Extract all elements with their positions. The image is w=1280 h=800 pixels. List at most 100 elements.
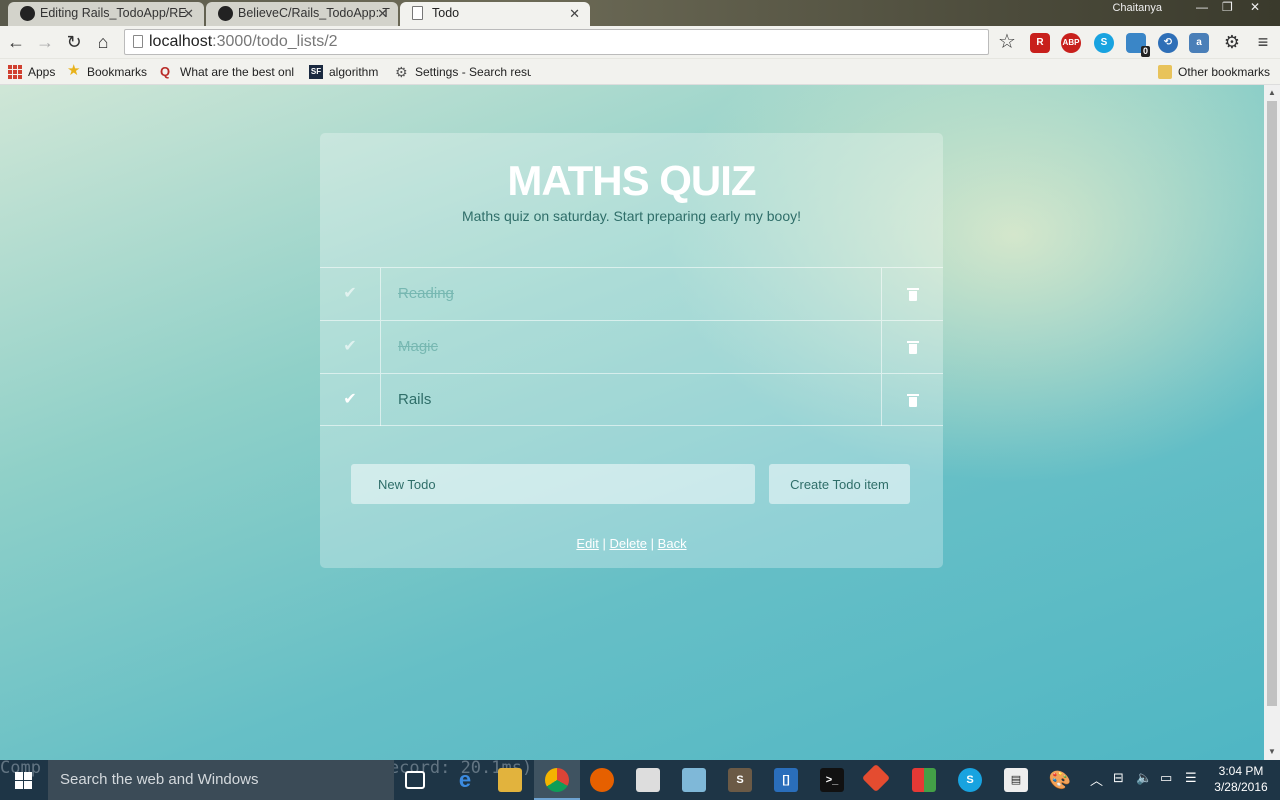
bookmark-star-icon[interactable]: ☆ xyxy=(995,30,1019,54)
delete-todo-button[interactable] xyxy=(881,268,943,320)
trash-icon xyxy=(907,394,919,407)
back-link[interactable]: Back xyxy=(658,536,687,551)
page-icon xyxy=(412,6,423,20)
bookmark-label: Bookmarks xyxy=(87,65,148,79)
battery-icon[interactable]: ▭ xyxy=(1160,770,1172,786)
bookmark-label: algorithm xyxy=(329,65,379,79)
todo-item: ✔ Magic xyxy=(320,320,943,373)
scroll-thumb[interactable] xyxy=(1267,101,1277,706)
tab-title: BelieveC/Rails_TodoApp: T xyxy=(238,6,390,20)
page-viewport: MATHS QUIZ Maths quiz on saturday. Start… xyxy=(0,85,1264,760)
check-icon[interactable]: ✔ xyxy=(320,268,381,320)
bookmark-other[interactable]: Other bookmarks xyxy=(1158,63,1270,81)
back-icon[interactable]: ← xyxy=(4,30,28,54)
extension-badge: 0 xyxy=(1140,46,1150,57)
browser-toolbar: ← → ↻ ⌂ localhost:3000/todo_lists/2 ☆ R … xyxy=(0,26,1280,59)
page-info-icon[interactable] xyxy=(133,35,143,48)
bookmark-algorithm[interactable]: SF algorithm xyxy=(309,63,378,81)
action-center-icon[interactable]: ☰ xyxy=(1185,770,1197,786)
rails-extension-icon[interactable]: R xyxy=(1030,33,1050,53)
task-view-icon[interactable] xyxy=(405,771,425,789)
quora-icon: Q xyxy=(160,64,171,79)
url-path: :3000/todo_lists/2 xyxy=(212,33,338,50)
windows-logo-icon xyxy=(15,772,32,789)
skype-icon[interactable]: S xyxy=(958,768,982,792)
home-icon[interactable]: ⌂ xyxy=(91,30,115,54)
maximize-icon[interactable]: ❐ xyxy=(1222,0,1233,14)
forward-icon[interactable]: → xyxy=(33,30,57,54)
close-window-icon[interactable]: ✕ xyxy=(1250,0,1260,14)
download-extension-icon[interactable]: a xyxy=(1189,33,1209,53)
url-host: localhost xyxy=(149,33,213,50)
profile-name[interactable]: Chaitanya xyxy=(1112,2,1162,14)
tab-title: Editing Rails_TodoApp/RE xyxy=(40,6,187,20)
create-todo-button[interactable]: Create Todo item xyxy=(769,464,910,504)
tab-editing-readme[interactable]: Editing Rails_TodoApp/RE ✕ xyxy=(8,2,204,26)
chrome-icon[interactable] xyxy=(545,768,569,792)
clock-date: 3/28/2016 xyxy=(1214,780,1268,794)
history-extension-icon[interactable]: ⟲ xyxy=(1158,33,1178,53)
delete-todo-button[interactable] xyxy=(881,321,943,373)
todo-item-label: Rails xyxy=(398,391,432,408)
check-icon[interactable]: ✔ xyxy=(320,321,381,373)
todo-item: ✔ Rails xyxy=(320,373,943,426)
taskbar-clock[interactable]: 3:04 PM 3/28/2016 xyxy=(1206,763,1276,795)
start-button[interactable] xyxy=(0,760,48,800)
close-tab-icon[interactable]: ✕ xyxy=(569,2,580,25)
close-tab-icon[interactable]: ✕ xyxy=(377,2,388,25)
edit-link[interactable]: Edit xyxy=(576,536,598,551)
edge-browser-icon[interactable]: e xyxy=(453,768,477,792)
camera-icon[interactable] xyxy=(636,768,660,792)
bookmark-apps[interactable]: Apps xyxy=(8,63,55,81)
separator: | xyxy=(650,536,655,551)
firefox-icon[interactable] xyxy=(590,768,614,792)
address-bar[interactable]: localhost:3000/todo_lists/2 xyxy=(124,29,989,55)
tab-repo[interactable]: BelieveC/Rails_TodoApp: T ✕ xyxy=(206,2,398,26)
show-hidden-icons[interactable]: ︿ xyxy=(1090,770,1103,789)
paint-icon[interactable]: 🎨 xyxy=(1048,768,1072,792)
gear-icon: ⚙ xyxy=(395,64,408,80)
volume-icon[interactable]: 🔈 xyxy=(1136,770,1152,786)
separator: | xyxy=(602,536,606,551)
settings-gear-icon[interactable]: ⚙ xyxy=(1220,30,1244,54)
reload-icon[interactable]: ↻ xyxy=(62,30,86,54)
notes-icon[interactable] xyxy=(682,768,706,792)
todo-item-label: Reading xyxy=(398,285,454,302)
sublime-text-icon[interactable]: S xyxy=(728,768,752,792)
todo-item: ✔ Reading xyxy=(320,267,943,320)
todo-list-description: Maths quiz on saturday. Start preparing … xyxy=(461,208,801,224)
office-icon[interactable] xyxy=(912,768,936,792)
terminal-icon[interactable]: >_ xyxy=(820,768,844,792)
todo-list-card: MATHS QUIZ Maths quiz on saturday. Start… xyxy=(320,133,943,568)
new-todo-input[interactable] xyxy=(351,464,755,504)
bookmark-label: Settings - Search resu xyxy=(415,65,531,79)
delete-todo-button[interactable] xyxy=(881,374,943,426)
file-explorer-icon[interactable] xyxy=(498,768,522,792)
list-actions: Edit | Delete | Back xyxy=(320,536,943,551)
bookmark-settings[interactable]: ⚙ Settings - Search resu xyxy=(395,63,531,81)
adblock-icon[interactable]: ABP xyxy=(1061,33,1081,53)
todo-list-title: MATHS QUIZ xyxy=(507,157,756,204)
page-scrollbar[interactable]: ▲ ▼ xyxy=(1264,85,1280,760)
close-tab-icon[interactable]: ✕ xyxy=(183,2,194,25)
taskbar-search[interactable]: Search the web and Windows xyxy=(48,760,394,800)
movie-maker-icon[interactable]: ▤ xyxy=(1004,768,1028,792)
tab-strip: Editing Rails_TodoApp/RE ✕ BelieveC/Rail… xyxy=(0,0,1280,26)
folder-icon xyxy=(1158,65,1172,79)
bookmark-bookmarks[interactable]: ★ Bookmarks xyxy=(67,63,147,81)
bookmark-quora[interactable]: Q What are the best onl xyxy=(160,63,298,81)
notifications-extension-icon[interactable]: 0 xyxy=(1126,33,1150,57)
bookmark-label: Other bookmarks xyxy=(1178,65,1271,79)
scroll-up-icon[interactable]: ▲ xyxy=(1264,85,1280,101)
todo-item-label: Magic xyxy=(398,338,439,355)
chrome-menu-icon[interactable]: ≡ xyxy=(1251,30,1275,54)
trash-icon xyxy=(907,288,919,301)
check-icon[interactable]: ✔ xyxy=(320,374,381,426)
network-icon[interactable]: ⊟ xyxy=(1113,770,1124,786)
delete-link[interactable]: Delete xyxy=(609,536,647,551)
skype-extension-icon[interactable]: S xyxy=(1094,33,1114,53)
tab-todo[interactable]: Todo ✕ xyxy=(400,2,590,26)
brackets-icon[interactable]: [] xyxy=(774,768,798,792)
minimize-icon[interactable]: — xyxy=(1196,0,1208,14)
scroll-down-icon[interactable]: ▼ xyxy=(1264,744,1280,760)
